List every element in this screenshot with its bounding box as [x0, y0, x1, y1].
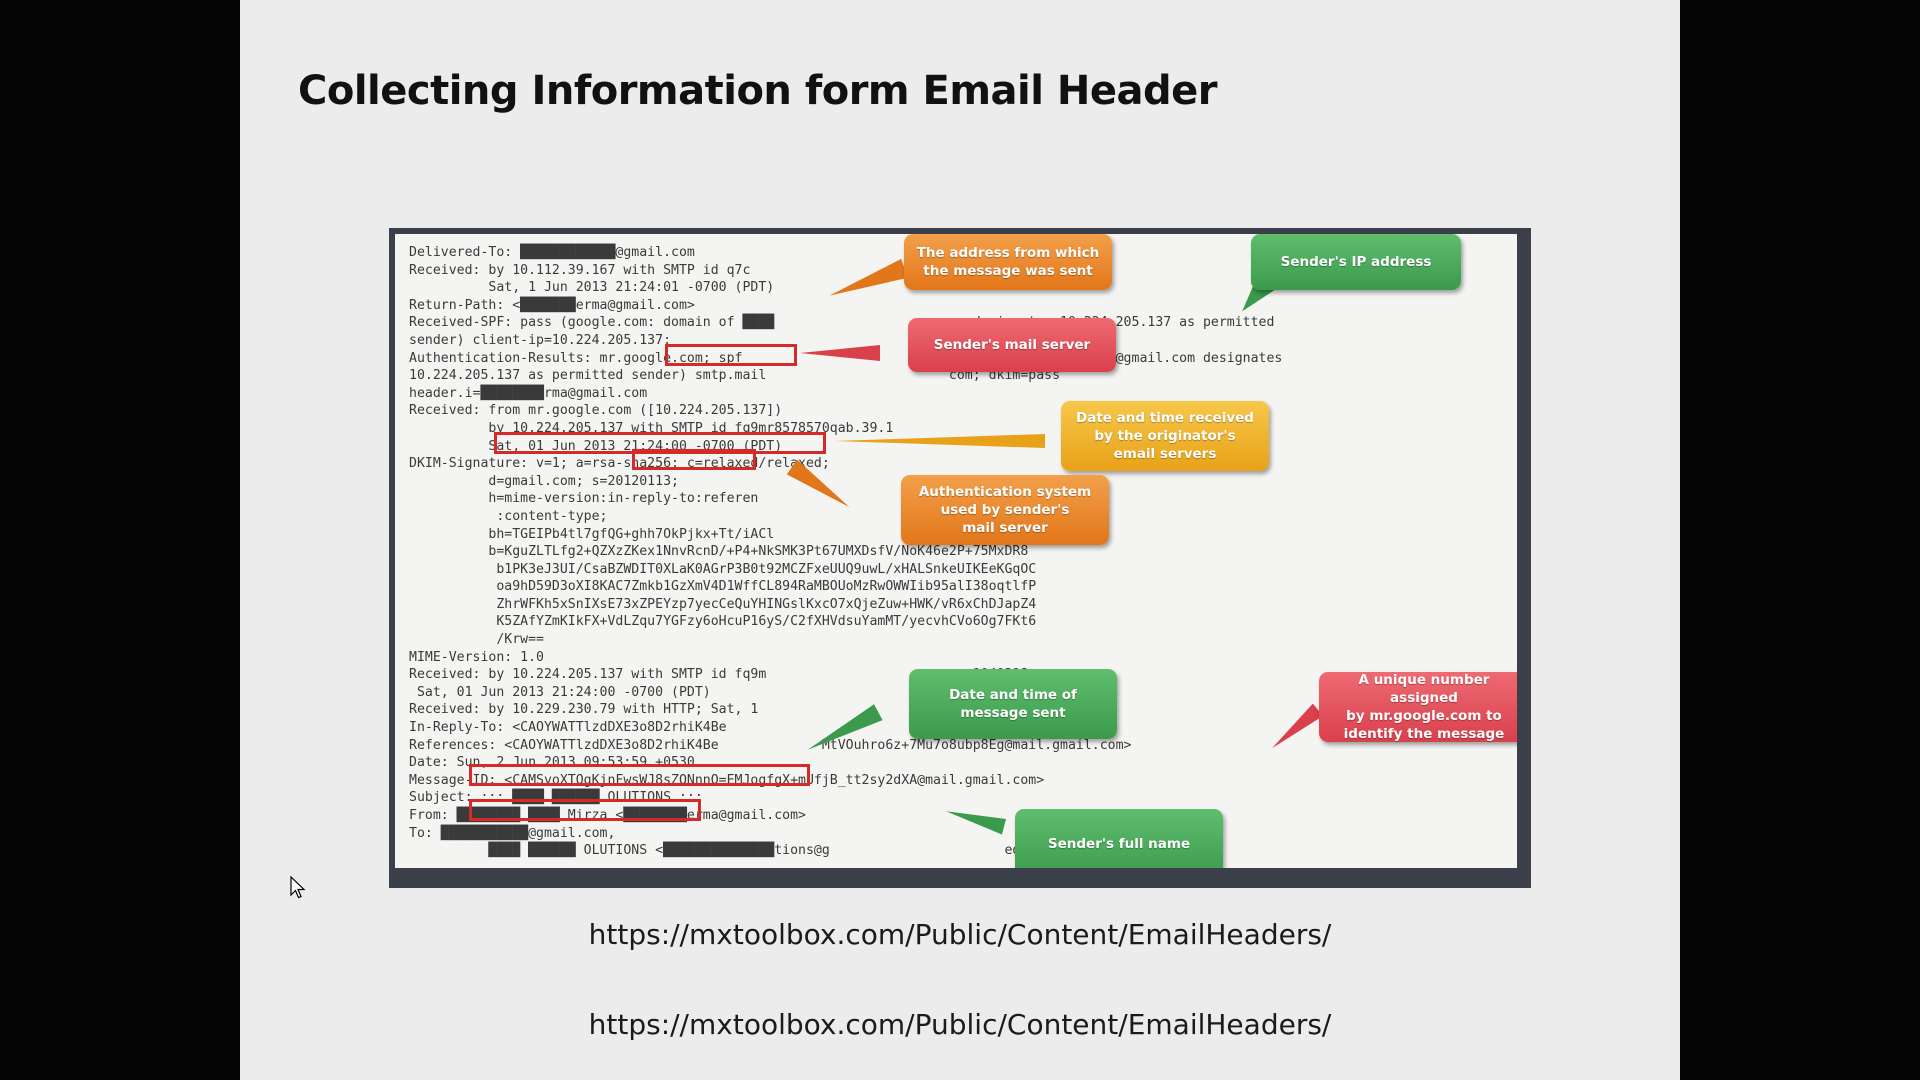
highlight-from-name [469, 799, 701, 821]
header-line: K5ZAfYZmKIkFX+VdLZqu7YGFzy6oHcuP16yS/C2f… [409, 614, 1037, 630]
header-line: Sat, 1 Jun 2013 21:24:01 -0700 (PDT) [409, 280, 775, 296]
presentation-slide: Collecting Information form Email Header… [240, 0, 1680, 1080]
callout-date-sent: Date and time of message sent [909, 669, 1117, 739]
header-line: Received: by 10.112.39.167 with SMTP id … [409, 262, 751, 278]
header-line: sender) client-ip=10.224.205.137; [409, 332, 672, 348]
callout-auth-system: Authentication system used by sender's m… [901, 475, 1109, 545]
highlight-mail-server [665, 344, 797, 366]
header-line: Return-Path: <███████erma@gmail.com> [409, 297, 695, 313]
callout-mail-server: Sender's mail server [908, 318, 1116, 372]
header-line: Sat, 01 Jun 2013 21:24:00 -0700 (PDT) [409, 684, 711, 700]
header-line: Received-SPF: pass (google.com: domain o… [409, 315, 1275, 331]
header-line: DKIM-Signature: v=1; a=rsa-sha256; c=rel… [409, 456, 830, 472]
header-line: d=gmail.com; s=20120113; [409, 473, 679, 489]
callout-pointer [835, 434, 1045, 448]
header-line: b1PK3eJ3UI/CsaBZWDIT0XLaK0AGrP3B0t92MCZF… [409, 561, 1037, 577]
header-line: header.i=████████rma@gmail.com [409, 385, 648, 401]
callout-address-from: The address from which the message was s… [904, 234, 1112, 290]
header-line: MIME-Version: 1.0 [409, 649, 544, 665]
callout-pointer [800, 345, 880, 361]
highlight-date-sent [469, 764, 810, 786]
header-line: References: <CAOYWATTlzdDXE3o8D2rhiK4Be … [409, 737, 1132, 753]
header-line: :content-type; [409, 508, 608, 524]
source-url: https://mxtoolbox.com/Public/Content/Ema… [588, 918, 1332, 951]
callout-date-received: Date and time received by the originator… [1061, 401, 1269, 471]
callout-sender-ip: Sender's IP address [1251, 234, 1461, 290]
header-line: Received: from mr.google.com ([10.224.20… [409, 403, 783, 419]
slide-title: Collecting Information form Email Header [298, 68, 1217, 114]
header-line: b=KguZLTLfg2+QZXzZKex1NnvRcnD/+P4+NkSMK3… [409, 544, 1029, 560]
source-url: https://mxtoolbox.com/Public/Content/Ema… [588, 1008, 1332, 1041]
header-line: To: ███████████@gmail.com, [409, 825, 616, 841]
header-line: oa9hD59D3oXI8KAC7Zmkb1GzXmV4D1WffCL894Ra… [409, 579, 1037, 595]
header-line: /Krw== [409, 632, 544, 648]
email-header-panel: Delivered-To: ████████████@gmail.com Rec… [395, 234, 1517, 868]
email-header-screenshot: Delivered-To: ████████████@gmail.com Rec… [389, 228, 1531, 888]
callout-full-name: Sender's full name [1015, 809, 1223, 868]
highlight-dkim-algorithm [632, 449, 756, 470]
header-line: Delivered-To: ████████████@gmail.com [409, 245, 695, 260]
mouse-cursor-icon [290, 875, 306, 904]
callout-unique-number: A unique number assigned by mr.google.co… [1319, 672, 1517, 742]
header-line: bh=TGEIPb4tl7gfQG+ghh7OkPjkx+Tt/iACl [409, 526, 775, 542]
header-line: ZhrWFKh5xSnIXsE73xZPEYzp7yecCeQuYHINGslK… [409, 596, 1037, 612]
